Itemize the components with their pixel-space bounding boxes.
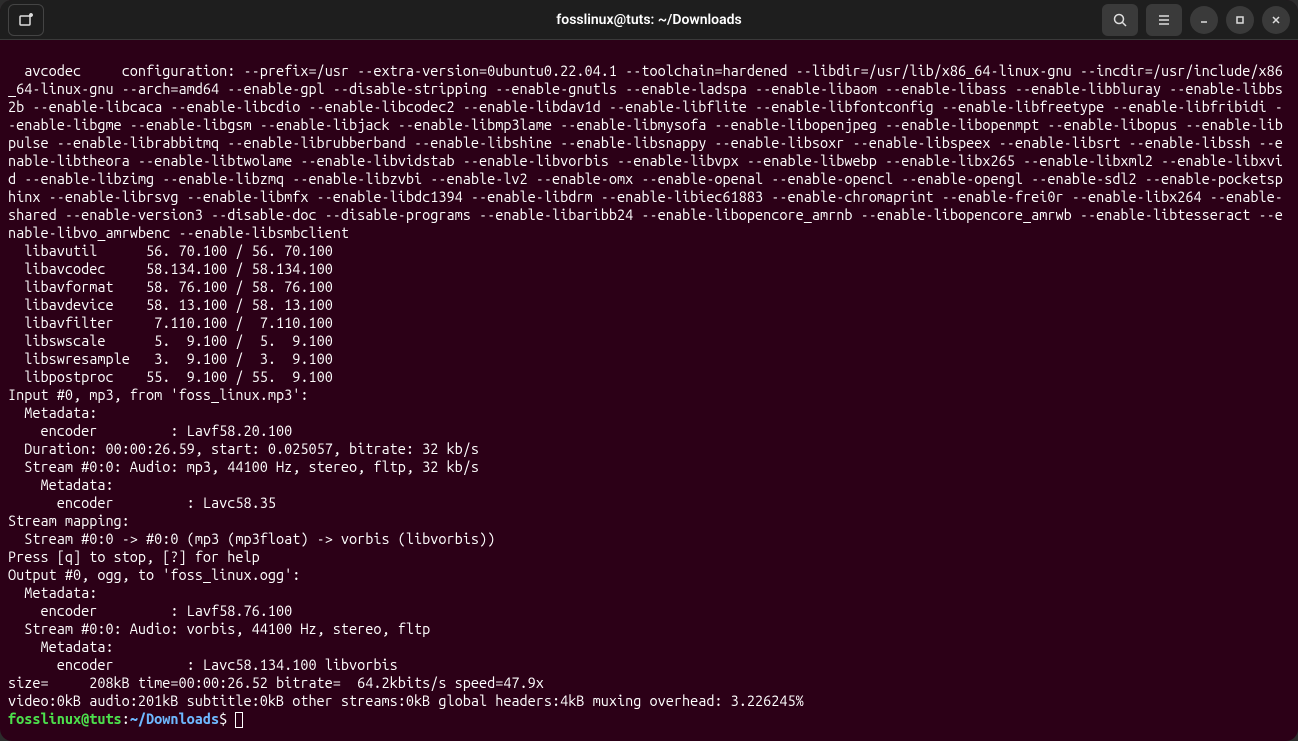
terminal-line: avcodec configuration: --prefix=/usr --e… — [8, 62, 1290, 242]
terminal-content[interactable]: avcodec configuration: --prefix=/usr --e… — [0, 40, 1298, 741]
terminal-line: Metadata: — [8, 638, 1290, 656]
cursor — [235, 712, 243, 728]
terminal-line: Stream #0:0 -> #0:0 (mp3 (mp3float) -> v… — [8, 530, 1290, 548]
terminal-line: size= 208kB time=00:00:26.52 bitrate= 64… — [8, 674, 1290, 692]
window-title: fosslinux@tuts: ~/Downloads — [556, 12, 741, 28]
titlebar-left — [8, 4, 44, 36]
terminal-line: encoder : Lavf58.20.100 — [8, 422, 1290, 440]
prompt-path: ~/Downloads — [130, 710, 219, 727]
close-icon — [1270, 14, 1282, 26]
terminal-line: Stream #0:0: Audio: vorbis, 44100 Hz, st… — [8, 620, 1290, 638]
maximize-button[interactable] — [1226, 6, 1254, 34]
menu-button[interactable] — [1146, 4, 1182, 36]
search-button[interactable] — [1102, 4, 1138, 36]
new-tab-button[interactable] — [8, 4, 44, 36]
search-icon — [1112, 12, 1128, 28]
terminal-line: Press [q] to stop, [?] for help — [8, 548, 1290, 566]
titlebar-right — [1102, 4, 1290, 36]
terminal-line: Stream #0:0: Audio: mp3, 44100 Hz, stere… — [8, 458, 1290, 476]
terminal-line: libavformat 58. 76.100 / 58. 76.100 — [8, 278, 1290, 296]
terminal-line: encoder : Lavf58.76.100 — [8, 602, 1290, 620]
terminal-line: Duration: 00:00:26.59, start: 0.025057, … — [8, 440, 1290, 458]
terminal-line: libswscale 5. 9.100 / 5. 9.100 — [8, 332, 1290, 350]
terminal-line: libpostproc 55. 9.100 / 55. 9.100 — [8, 368, 1290, 386]
terminal-line: encoder : Lavc58.35 — [8, 494, 1290, 512]
terminal-window: fosslinux@tuts: ~/Downloads — [0, 0, 1298, 741]
terminal-line: Metadata: — [8, 476, 1290, 494]
terminal-line: libswresample 3. 9.100 / 3. 9.100 — [8, 350, 1290, 368]
terminal-line: Metadata: — [8, 584, 1290, 602]
prompt-colon: : — [122, 710, 130, 727]
terminal-line: Stream mapping: — [8, 512, 1290, 530]
minimize-icon — [1198, 14, 1210, 26]
prompt-dollar: $ — [219, 710, 235, 727]
terminal-line: libavfilter 7.110.100 / 7.110.100 — [8, 314, 1290, 332]
terminal-line: libavutil 56. 70.100 / 56. 70.100 — [8, 242, 1290, 260]
minimize-button[interactable] — [1190, 6, 1218, 34]
prompt-user: fosslinux@tuts — [8, 710, 122, 727]
terminal-line: libavdevice 58. 13.100 / 58. 13.100 — [8, 296, 1290, 314]
terminal-line: video:0kB audio:201kB subtitle:0kB other… — [8, 692, 1290, 710]
hamburger-icon — [1156, 12, 1172, 28]
new-tab-icon — [18, 12, 34, 28]
terminal-line: Output #0, ogg, to 'foss_linux.ogg': — [8, 566, 1290, 584]
close-button[interactable] — [1262, 6, 1290, 34]
terminal-line: Metadata: — [8, 404, 1290, 422]
titlebar: fosslinux@tuts: ~/Downloads — [0, 0, 1298, 40]
terminal-line: encoder : Lavc58.134.100 libvorbis — [8, 656, 1290, 674]
terminal-line: libavcodec 58.134.100 / 58.134.100 — [8, 260, 1290, 278]
terminal-line: Input #0, mp3, from 'foss_linux.mp3': — [8, 386, 1290, 404]
maximize-icon — [1234, 14, 1246, 26]
